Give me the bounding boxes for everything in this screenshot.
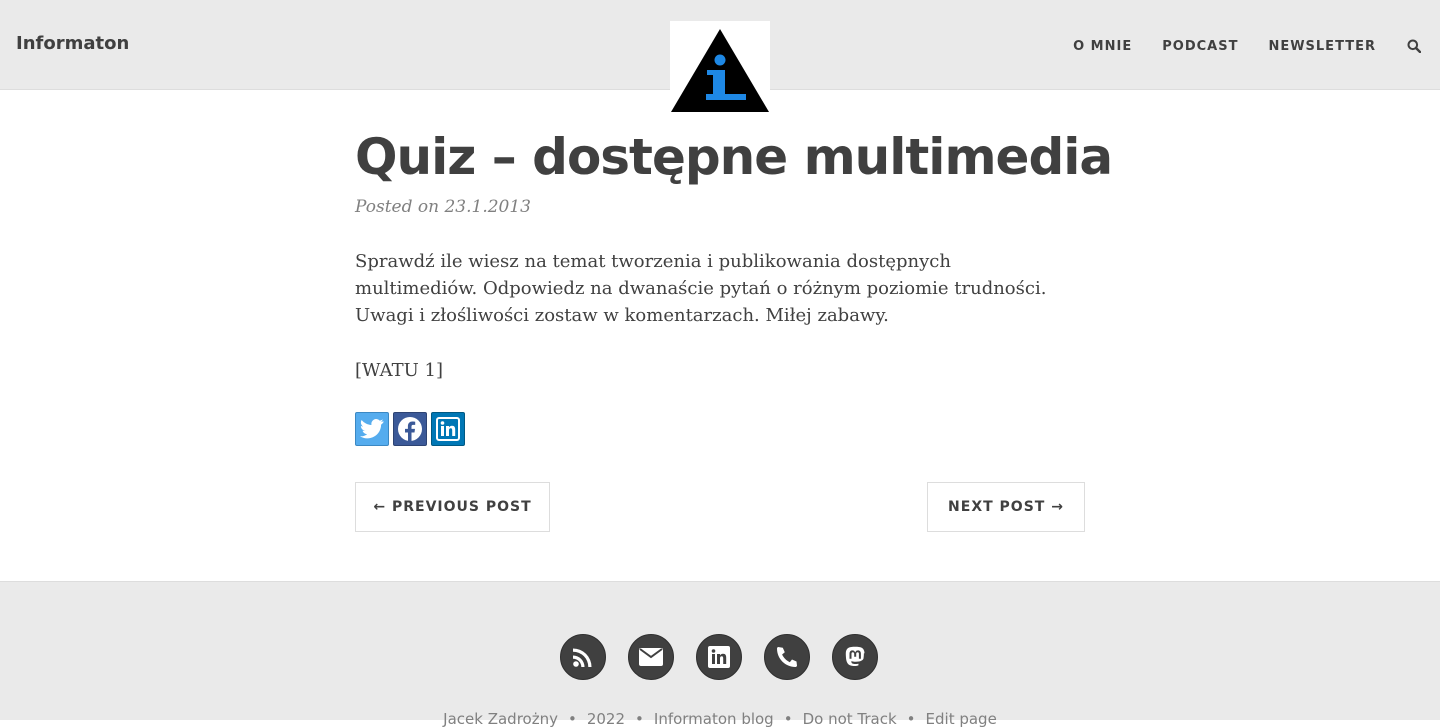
- nav-link-podcast[interactable]: PODCAST: [1162, 39, 1238, 54]
- share-buttons: [355, 412, 1085, 446]
- separator: •: [906, 710, 916, 728]
- separator: •: [783, 710, 793, 728]
- rss-link[interactable]: [560, 634, 606, 680]
- copyright-author: Jacek Zadrożny: [443, 710, 558, 728]
- separator: •: [567, 710, 577, 728]
- phone-link[interactable]: [764, 634, 810, 680]
- nav-links: O MNIE PODCAST NEWSLETTER: [1073, 36, 1440, 56]
- footer-copyright: Jacek Zadrożny • 2022 • Informaton blog • Do n…: [0, 710, 1440, 728]
- facebook-icon: [398, 417, 422, 442]
- share-linkedin-button[interactable]: [431, 412, 465, 446]
- share-twitter-button[interactable]: [355, 412, 389, 446]
- email-icon: [639, 648, 663, 666]
- linkedin-icon: [708, 646, 730, 668]
- previous-post-button[interactable]: ← PREVIOUS POST: [355, 482, 550, 532]
- mastodon-link[interactable]: [832, 634, 878, 680]
- do-not-track-link[interactable]: Do not Track: [803, 710, 897, 728]
- nav-link-newsletter[interactable]: NEWSLETTER: [1268, 39, 1376, 54]
- nav-link-o-mnie[interactable]: O MNIE: [1073, 39, 1132, 54]
- linkedin-link[interactable]: [696, 634, 742, 680]
- mastodon-icon: [845, 646, 865, 667]
- phone-icon: [777, 647, 797, 667]
- email-link[interactable]: [628, 634, 674, 680]
- post-body: Sprawdź ile wiesz na temat tworzenia i p…: [355, 251, 1047, 326]
- triangle-info-logo: [671, 29, 769, 112]
- footer-social-links: [560, 634, 878, 680]
- brand-link[interactable]: Informaton: [16, 33, 129, 54]
- twitter-icon: [360, 419, 384, 439]
- footer: Jacek Zadrożny • 2022 • Informaton blog • Do n…: [0, 581, 1440, 728]
- post-shortcode: [WATU 1]: [355, 360, 444, 381]
- blog-link[interactable]: Informaton blog: [654, 710, 774, 728]
- linkedin-icon: [436, 417, 460, 441]
- post-pager: ← PREVIOUS POST NEXT POST →: [355, 482, 1085, 532]
- post-meta: Posted on 23.1.2013: [355, 197, 531, 217]
- share-facebook-button[interactable]: [393, 412, 427, 446]
- separator: •: [635, 710, 644, 728]
- site-logo[interactable]: [670, 21, 770, 113]
- rss-icon: [573, 648, 592, 667]
- search-icon[interactable]: [1406, 38, 1422, 54]
- copyright-year: 2022: [586, 710, 626, 728]
- next-post-button[interactable]: NEXT POST →: [927, 482, 1085, 532]
- edit-page-link[interactable]: Edit page: [926, 710, 997, 728]
- article: Quiz – dostępne multimedia Posted on 23.…: [355, 120, 1113, 532]
- post-title: Quiz – dostępne multimedia: [355, 128, 1113, 186]
